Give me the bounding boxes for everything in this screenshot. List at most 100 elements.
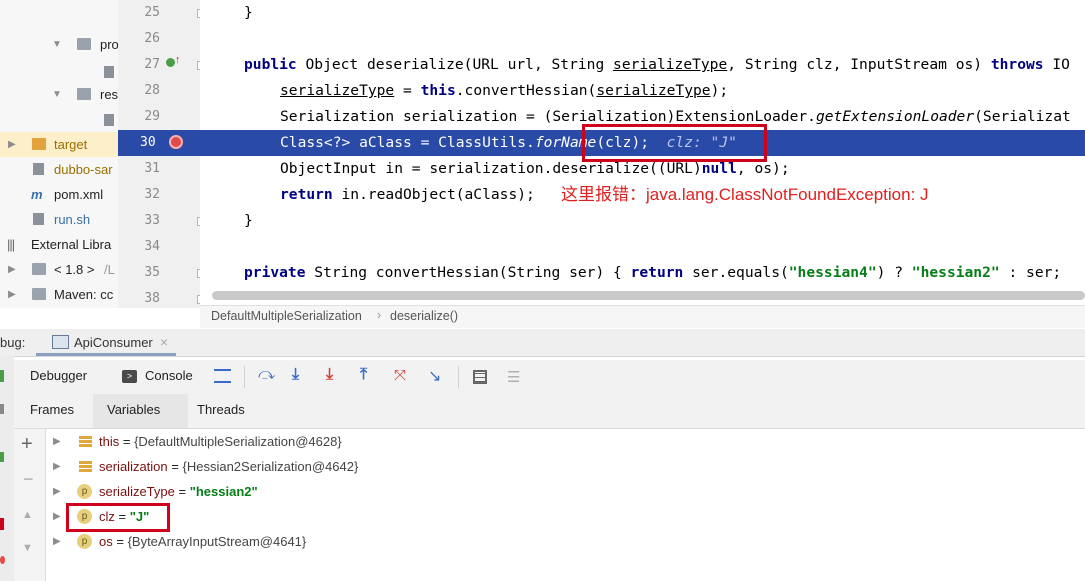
tree-item[interactable]: m pom.xml [0,182,118,207]
tree-item[interactable]: dubbo-sar [0,157,118,182]
expand-down-icon[interactable]: ▼ [52,32,62,57]
tree-item-path: /L [104,262,115,277]
variables-tree[interactable]: ▶ this = {DefaultMultipleSerialization@4… [46,429,1085,581]
expand-right-icon[interactable]: ▶ [53,454,61,479]
code-token: IO [1043,56,1070,73]
expand-right-icon[interactable]: ▶ [53,479,61,504]
pause-icon[interactable] [0,404,4,414]
breadcrumb: DefaultMultipleSerialization › deseriali… [200,305,1085,328]
variable-row[interactable]: ▶ serialization = {Hessian2Serialization… [46,454,1085,479]
string-token: "hessian4" [788,264,877,281]
menu-icon[interactable] [214,369,231,383]
breakpoint-icon[interactable] [169,135,183,149]
horizontal-scrollbar[interactable] [212,291,1085,300]
variable-value: {DefaultMultipleSerialization@4628} [134,434,342,449]
variable-equals: = [167,459,183,474]
add-watch-icon[interactable]: + [21,433,33,456]
expand-right-icon[interactable]: ▶ [8,282,16,307]
step-into-icon[interactable]: ⤓ [292,366,299,384]
variable-row-clz[interactable]: ▶ p clz = "J" [46,504,1085,529]
string-token: "hessian2" [911,264,1000,281]
expand-right-icon[interactable]: ▶ [53,529,61,554]
run-to-cursor-icon[interactable]: ↘ [428,366,441,386]
expand-right-icon[interactable]: ▶ [53,504,61,529]
drop-frame-icon[interactable]: ⤧ [394,367,406,384]
tree-item[interactable]: ▼ res [0,82,118,107]
tab-console[interactable]: Console [145,368,193,383]
debug-session-tab[interactable]: ApiConsumer [74,335,153,350]
breadcrumb-separator-icon: › [377,308,382,322]
console-icon: > [122,370,137,383]
variable-row[interactable]: ▶ p serializeType = "hessian2" [46,479,1085,504]
tab-debugger[interactable]: Debugger [30,368,87,383]
line-number: 34 [144,239,160,254]
variable-row[interactable]: ▶ this = {DefaultMultipleSerialization@4… [46,429,1085,454]
shell-file-icon [33,213,44,225]
tree-item-label: run.sh [54,212,91,227]
variable-value: {Hessian2Serialization@4642} [182,459,359,474]
tree-item[interactable]: run.sh [0,207,118,232]
toolbar-separator [244,366,245,388]
force-step-into-icon[interactable]: ⤓ [326,366,333,384]
tree-item-label: dubbo-sar [54,162,113,177]
expand-right-icon[interactable]: ▶ [8,257,16,282]
expand-down-icon[interactable]: ▼ [52,82,62,107]
code-editor[interactable]: } public Object deserialize(URL url, Str… [200,0,1085,308]
code-token: } [244,212,253,229]
maven-icon: m [31,187,43,202]
step-out-icon[interactable]: ⤒ [360,366,367,384]
code-line: } [200,208,1085,234]
toolbar-separator [458,366,459,388]
tree-item[interactable] [0,108,118,133]
variable-row[interactable]: ▶ p os = {ByteArrayInputStream@4641} [46,529,1085,554]
variables-side-toolbar: + − ▲ ▼ [14,429,46,581]
line-number: 29 [144,109,160,124]
tree-item[interactable]: ▶ Maven: cc [0,282,118,307]
line-number-current: 30 [118,130,200,156]
expand-right-icon[interactable]: ▶ [8,132,16,157]
code-token: in.readObject(aClass); [332,186,535,203]
close-icon[interactable]: × [160,334,168,350]
debug-toolwindow-header: bug: ApiConsumer × [0,329,1085,357]
line-number: 33 [144,213,160,228]
library-folder-icon [32,288,46,300]
variable-value: {ByteArrayInputStream@4641} [127,534,307,549]
resume-icon[interactable] [0,370,4,382]
tree-item[interactable]: ||| External Libra [0,232,118,257]
variable-equals: = [112,534,128,549]
trace-icon[interactable]: ☰ [507,368,520,386]
rerun-icon[interactable] [0,452,4,462]
debug-label: bug: [0,335,26,350]
move-down-icon[interactable]: ▼ [22,542,33,554]
stop-icon[interactable] [0,518,4,530]
implements-icon[interactable] [166,58,175,67]
variable-name: serialization [99,459,168,474]
remove-watch-icon[interactable]: − [23,469,34,490]
step-over-icon[interactable]: ⤼ [258,366,275,384]
tab-variables-active[interactable]: Variables [93,394,188,428]
jar-file-icon [33,163,44,175]
tree-item[interactable]: ▶ < 1.8 > /L [0,257,118,282]
code-line: serializeType = this.convertHessian(seri… [200,78,1085,104]
evaluate-expression-icon[interactable] [473,370,487,384]
code-token: Object deserialize(URL url, String [296,56,614,73]
code-line: public Object deserialize(URL url, Strin… [200,52,1085,78]
override-arrow-icon: ↑ [175,54,181,66]
move-up-icon[interactable]: ▲ [22,509,33,521]
error-annotation: 这里报错：java.lang.ClassNotFoundException: J [561,185,929,204]
code-token: serializeType [596,82,711,99]
tab-threads[interactable]: Threads [197,402,245,417]
breadcrumb-item-class[interactable]: DefaultMultipleSerialization [211,309,362,323]
tree-item[interactable]: ▼ pro [0,32,118,57]
variable-name: serializeType [99,484,175,499]
tree-item-target[interactable]: ▶ target [0,132,118,157]
keyword-token: null [701,160,737,177]
variable-name: os [99,534,113,549]
parameter-icon: p [77,484,92,499]
highlight-box [582,124,767,162]
expand-right-icon[interactable]: ▶ [53,429,61,454]
breadcrumb-item-method[interactable]: deserialize() [390,309,458,323]
view-breakpoints-icon[interactable] [0,556,5,564]
variable-equals: = [119,434,135,449]
tab-frames[interactable]: Frames [30,402,74,417]
